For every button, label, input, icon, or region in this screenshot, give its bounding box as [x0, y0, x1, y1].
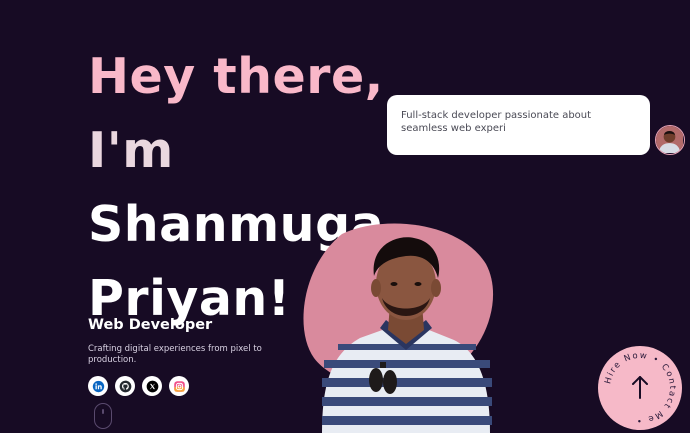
scroll-mouse-icon[interactable]: [94, 403, 112, 429]
profile-photo: [322, 237, 492, 433]
x-link[interactable]: [142, 376, 162, 396]
arrow-up-icon: [632, 376, 648, 399]
chat-message-bubble: Full-stack developer passionate about se…: [387, 95, 650, 155]
x-icon: [146, 380, 158, 392]
instagram-link[interactable]: [169, 376, 189, 396]
social-links: [88, 376, 189, 396]
instagram-icon: [173, 380, 185, 392]
linkedin-icon: [92, 380, 104, 392]
github-icon: [119, 380, 131, 392]
hire-contact-button[interactable]: Hire Now • Contact Me •: [598, 346, 682, 430]
portfolio-hero: Hey there, I'm Shanmuga Priyan! Web Deve…: [0, 0, 690, 433]
contact-badge-graphic: Hire Now • Contact Me •: [603, 351, 675, 425]
avatar-image: [656, 126, 683, 153]
github-link[interactable]: [115, 376, 135, 396]
linkedin-link[interactable]: [88, 376, 108, 396]
hero-line-im: I'm: [88, 122, 174, 179]
role-title: Web Developer: [88, 317, 213, 333]
tagline: Crafting digital experiences from pixel …: [88, 344, 262, 365]
avatar: [655, 125, 685, 155]
hero-line-greeting: Hey there,: [88, 48, 384, 105]
